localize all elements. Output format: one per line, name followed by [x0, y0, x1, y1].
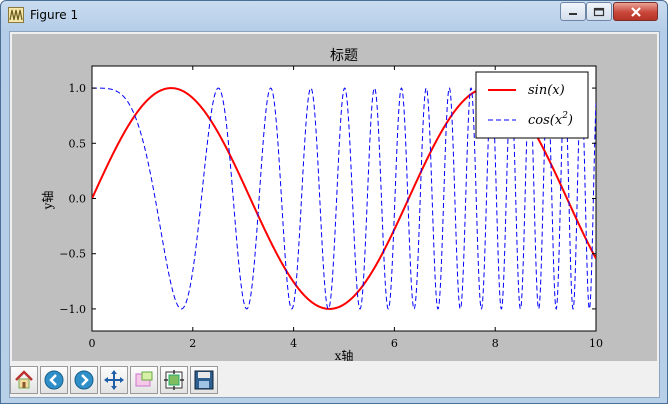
app-window: Figure 1 0 2 4 6 8 10 −1.0 −0.5 0.0 0.5 1.0 标题 x轴 …	[0, 0, 668, 404]
x-tick-label: 8	[492, 337, 499, 350]
x-axis-label: x轴	[335, 348, 354, 361]
forward-arrow-icon	[74, 370, 94, 390]
y-tick-label: 0.0	[69, 193, 87, 206]
zoom-rect-icon	[135, 371, 153, 387]
forward-button[interactable]	[70, 366, 98, 394]
y-tick-label: 0.5	[69, 137, 87, 150]
figure-client-area: 0 2 4 6 8 10 −1.0 −0.5 0.0 0.5 1.0 标题 x轴 y轴 sin(x)…	[9, 31, 660, 398]
maximize-button[interactable]	[586, 2, 612, 21]
back-button[interactable]	[40, 366, 68, 394]
x-tick-label: 0	[89, 337, 96, 350]
figure-canvas[interactable]: 0 2 4 6 8 10 −1.0 −0.5 0.0 0.5 1.0 标题 x轴 y轴 sin(x)…	[12, 34, 657, 361]
subplots-config-icon	[164, 370, 184, 390]
legend-box	[475, 71, 589, 139]
pan-button[interactable]	[100, 366, 128, 394]
home-button[interactable]	[10, 366, 38, 394]
subplots-button[interactable]	[160, 366, 188, 394]
plot-svg: 0 2 4 6 8 10 −1.0 −0.5 0.0 0.5 1.0 标题 x轴 y轴 sin(x)…	[40, 48, 603, 361]
x-tick-label: 4	[290, 337, 297, 350]
y-tick-label: −1.0	[59, 303, 86, 316]
y-tick-label: −0.5	[59, 248, 86, 261]
back-arrow-icon	[44, 370, 64, 390]
x-tick-label: 10	[589, 337, 603, 350]
matplotlib-app-icon	[8, 7, 24, 23]
minimize-button[interactable]	[560, 2, 586, 21]
x-tick-label: 2	[189, 337, 196, 350]
save-button[interactable]	[190, 366, 218, 394]
close-icon	[630, 6, 641, 17]
chart-title: 标题	[330, 48, 358, 64]
close-button[interactable]	[613, 2, 658, 21]
y-tick-label: 1.0	[69, 82, 87, 95]
zoom-button[interactable]	[130, 366, 158, 394]
legend: sin(x) cos(x2)	[475, 71, 589, 139]
floppy-disk-icon	[194, 370, 214, 390]
navigation-toolbar	[10, 363, 659, 397]
y-axis-label: y轴	[40, 191, 55, 211]
x-tick-label: 6	[391, 337, 398, 350]
minimize-icon	[569, 12, 577, 15]
legend-sin-label: sin(x)	[528, 83, 565, 98]
home-icon	[15, 370, 33, 389]
title-bar[interactable]: Figure 1	[1, 1, 667, 31]
window-title: Figure 1	[30, 8, 79, 22]
pan-arrows-icon	[104, 370, 124, 390]
maximize-icon	[593, 7, 605, 16]
